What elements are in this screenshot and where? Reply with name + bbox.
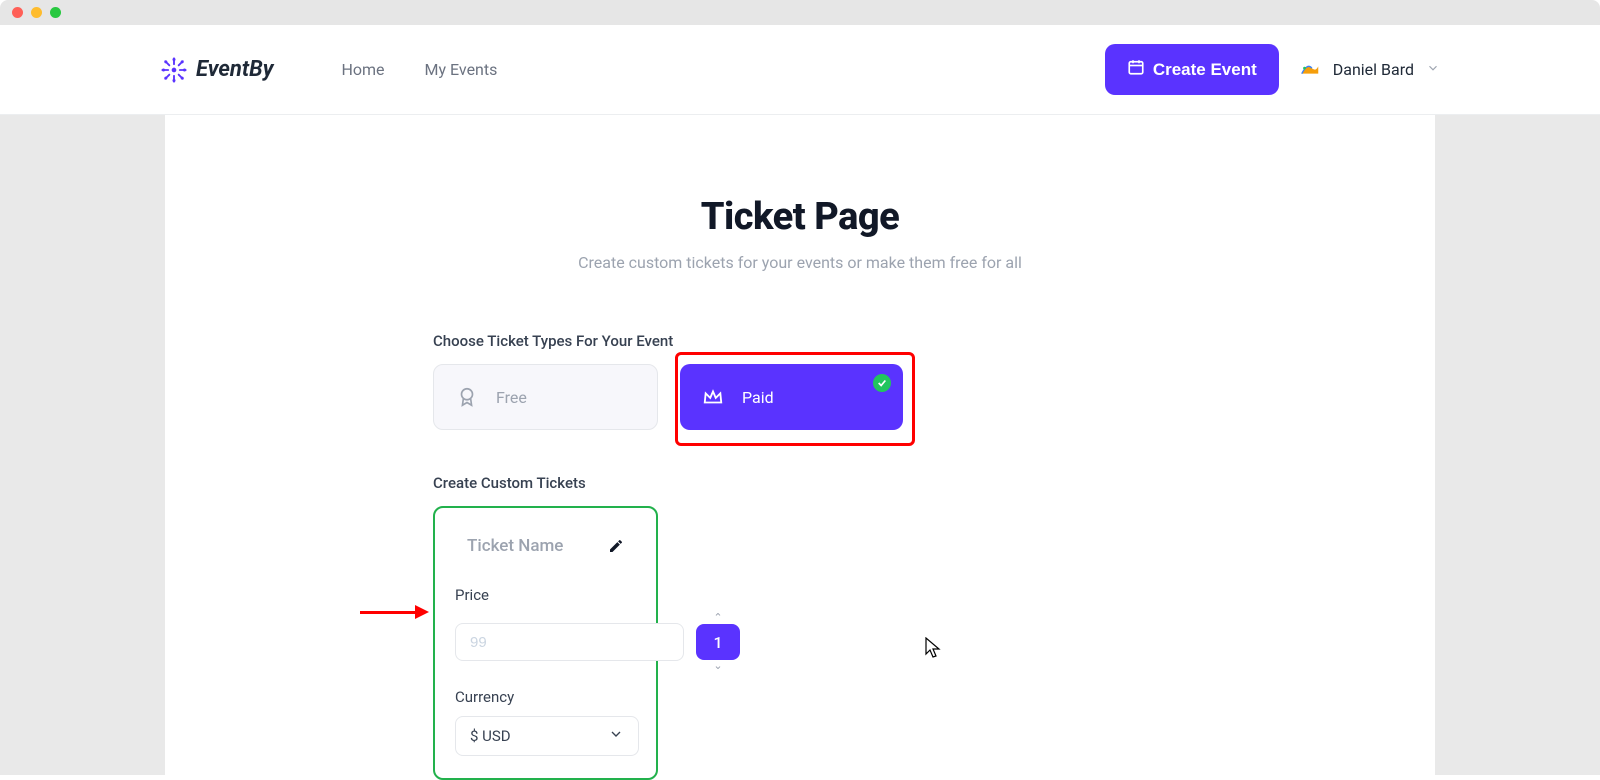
quantity-up-button[interactable]: ⌃ xyxy=(713,614,722,622)
window-maximize-button[interactable] xyxy=(50,7,61,18)
calendar-icon xyxy=(1127,58,1145,81)
ticket-type-paid-label: Paid xyxy=(742,388,774,407)
page-title: Ticket Page xyxy=(165,115,1435,239)
window-minimize-button[interactable] xyxy=(31,7,42,18)
ticket-type-free[interactable]: Free xyxy=(433,364,658,430)
currency-select[interactable]: $ USD xyxy=(455,716,639,756)
user-name: Daniel Bard xyxy=(1333,60,1414,79)
nav-home[interactable]: Home xyxy=(341,60,384,79)
window-close-button[interactable] xyxy=(12,7,23,18)
ticket-type-label: Choose Ticket Types For Your Event xyxy=(433,332,903,350)
chevron-down-icon xyxy=(1426,60,1440,79)
crown-icon xyxy=(702,386,724,408)
ticket-type-paid[interactable]: Paid xyxy=(680,364,903,430)
main-nav: Home My Events xyxy=(341,60,497,79)
ticket-type-free-label: Free xyxy=(496,388,527,407)
currency-value: $ USD xyxy=(470,727,511,745)
quantity-value: 1 xyxy=(696,624,740,660)
cursor-icon xyxy=(925,637,941,664)
nav-my-events[interactable]: My Events xyxy=(425,60,498,79)
page-content: Ticket Page Create custom tickets for yo… xyxy=(165,115,1435,775)
user-menu[interactable]: Daniel Bard xyxy=(1299,59,1440,81)
ticket-name-input[interactable]: Ticket Name xyxy=(467,536,563,556)
create-event-label: Create Event xyxy=(1153,60,1257,80)
annotation-arrow xyxy=(360,605,429,619)
price-label: Price xyxy=(455,586,636,604)
chevron-down-icon xyxy=(608,726,624,746)
page-subtitle: Create custom tickets for your events or… xyxy=(165,253,1435,272)
browser-chrome xyxy=(0,0,1600,25)
check-icon xyxy=(873,374,891,392)
currency-label: Currency xyxy=(455,688,636,706)
create-event-button[interactable]: Create Event xyxy=(1105,44,1279,95)
snowflake-icon xyxy=(160,56,188,84)
pencil-icon[interactable] xyxy=(608,538,624,554)
brand-logo[interactable]: EventBy xyxy=(160,56,273,84)
app-header: EventBy Home My Events Create Event Dani… xyxy=(0,25,1600,115)
custom-tickets-label: Create Custom Tickets xyxy=(433,474,903,492)
quantity-down-button[interactable]: ⌄ xyxy=(713,662,722,670)
avatar xyxy=(1299,59,1321,81)
brand-name: EventBy xyxy=(196,57,273,82)
price-input[interactable] xyxy=(455,623,684,661)
ribbon-icon xyxy=(456,386,478,408)
ticket-card: Ticket Name Price ⌃ 1 ⌄ Currency $ xyxy=(433,506,658,780)
